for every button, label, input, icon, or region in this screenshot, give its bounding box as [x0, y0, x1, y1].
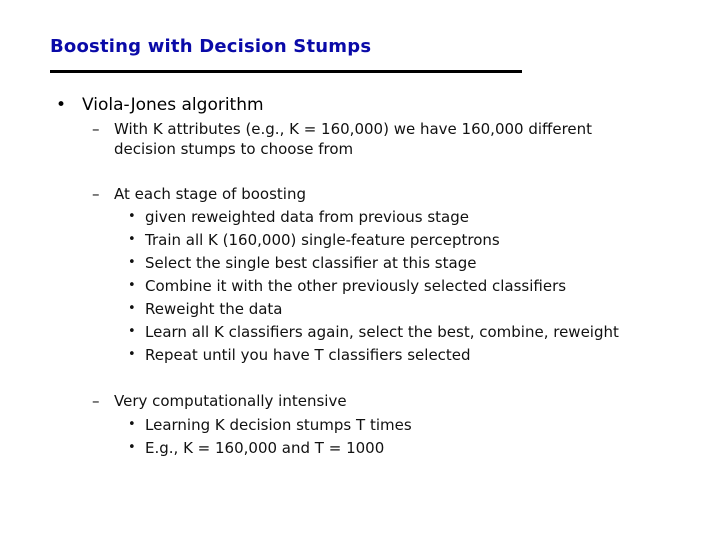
dash-icon: –: [92, 392, 100, 410]
sub-bullet-text: At each stage of boosting: [114, 185, 306, 203]
sub-bullet-text: Very computationally intensive: [114, 392, 347, 410]
list-item-text: Repeat until you have T classifiers sele…: [145, 346, 471, 364]
dash-icon: –: [92, 185, 100, 203]
list-item-text: Learning K decision stumps T times: [145, 416, 412, 434]
bullet-icon: •: [128, 209, 136, 224]
main-bullet-text: Viola-Jones algorithm: [82, 95, 264, 115]
list-item-text: given reweighted data from previous stag…: [145, 208, 469, 226]
title-underline: [50, 70, 522, 73]
bullet-icon: •: [128, 255, 136, 270]
list-item-text: Select the single best classifier at thi…: [145, 254, 477, 272]
sub-bullet-text: decision stumps to choose from: [114, 140, 354, 158]
list-item-text: Train all K (160,000) single-feature per…: [145, 231, 500, 249]
sub-bullet-text: With K attributes (e.g., K = 160,000) we…: [114, 120, 593, 138]
bullet-icon: •: [128, 440, 136, 455]
dash-icon: –: [92, 120, 100, 138]
bullet-icon: •: [128, 417, 136, 432]
list-item-text: Combine it with the other previously sel…: [145, 277, 567, 295]
bullet-icon: •: [128, 324, 136, 339]
bullet-icon: •: [128, 278, 136, 293]
bullet-icon: •: [128, 232, 136, 247]
bullet-icon: •: [128, 301, 136, 316]
slide-title: Boosting with Decision Stumps: [50, 36, 372, 57]
list-item-text: Learn all K classifiers again, select th…: [145, 323, 619, 341]
list-item-text: E.g., K = 160,000 and T = 1000: [145, 439, 385, 457]
bullet-icon: •: [128, 347, 136, 362]
list-item-text: Reweight the data: [145, 300, 283, 318]
bullet-icon: •: [56, 95, 67, 115]
